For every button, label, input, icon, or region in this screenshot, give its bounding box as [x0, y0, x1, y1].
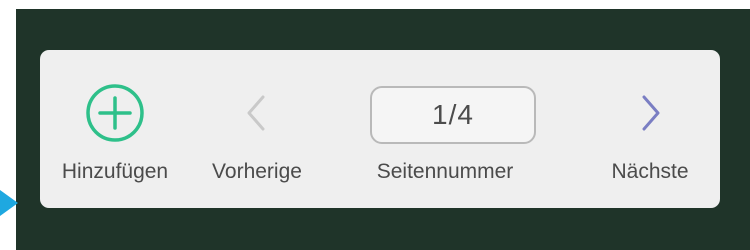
- chevron-left-icon: [227, 83, 287, 143]
- add-page-button[interactable]: Hinzufügen: [40, 50, 190, 208]
- page-number-label: Seitennummer: [376, 160, 514, 183]
- page-number-control: 1/4 Seitennummer: [340, 50, 550, 208]
- page-number-field[interactable]: 1/4: [370, 86, 536, 144]
- page-toolbar: Hinzufügen Vorherige 1/4 Seitennummer Nä…: [40, 50, 720, 208]
- previous-page-button[interactable]: Vorherige: [192, 50, 322, 208]
- plus-circle-icon: [85, 83, 145, 143]
- next-page-button[interactable]: Nächste: [580, 50, 720, 208]
- next-page-label: Nächste: [611, 160, 689, 183]
- screen: Hinzufügen Vorherige 1/4 Seitennummer Nä…: [0, 0, 750, 250]
- add-page-label: Hinzufügen: [61, 160, 169, 183]
- chevron-right-icon: [620, 83, 680, 143]
- previous-page-label: Vorherige: [212, 160, 302, 183]
- pointer-arrow-icon: [0, 190, 18, 216]
